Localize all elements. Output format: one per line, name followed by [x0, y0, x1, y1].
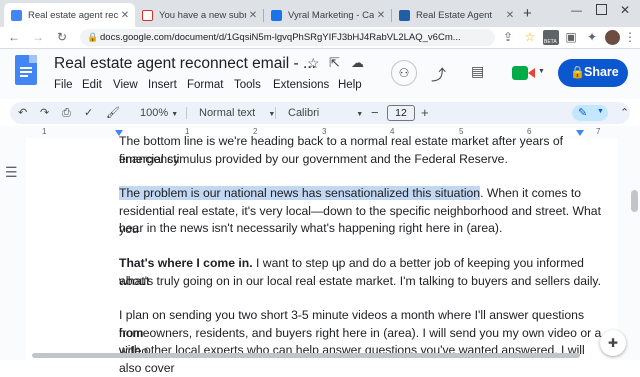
tab-title: Real Estate Agent	[416, 9, 493, 21]
share-label: Share	[584, 65, 619, 79]
browser-tab-bar: Real estate agent reconne ✕ You have a n…	[0, 0, 640, 27]
tab-title: Real estate agent reconne	[28, 9, 118, 21]
explore-icon: ✚	[607, 336, 619, 350]
extensions-puzzle-icon[interactable]: ✦	[584, 29, 600, 45]
tab-gmail[interactable]: You have a new submissic ✕	[135, 3, 263, 27]
close-tab-icon[interactable]: ✕	[118, 10, 132, 21]
browser-toolbar: ← → ↻ 🔒 docs.google.com/document/d/1Gqsi…	[0, 27, 640, 49]
selected-text[interactable]: The problem is our national news has sen…	[119, 186, 481, 200]
extension-2-icon[interactable]: ▣	[563, 29, 579, 45]
document-title[interactable]: Real estate agent reconnect email - ...	[54, 55, 316, 73]
bookmark-star-icon[interactable]: ☆	[522, 29, 538, 45]
beta-badge: BETA	[544, 39, 557, 45]
minimize-icon[interactable]: —	[571, 5, 582, 17]
back-icon[interactable]: ←	[6, 29, 22, 45]
scrollbar-thumb[interactable]	[631, 190, 638, 212]
paragraph-2-line-1[interactable]: The problem is our national news has sen…	[119, 185, 609, 203]
vertical-scrollbar[interactable]	[629, 138, 640, 360]
editing-mode-button[interactable]: ✎ ▼	[572, 105, 608, 121]
increase-font-size-button[interactable]: +	[421, 104, 429, 122]
tab-docs[interactable]: Real estate agent reconne ✕	[4, 3, 135, 27]
horizontal-scrollbar[interactable]	[32, 353, 580, 358]
paragraph-style-select[interactable]: Normal text ▼	[199, 104, 275, 122]
tab-real-estate-agent[interactable]: Real Estate Agent ✕	[392, 3, 520, 27]
lock-icon: 🔒	[87, 32, 99, 42]
zoom-select[interactable]: 100% ▼	[140, 104, 178, 122]
chevron-down-icon: ▼	[171, 111, 179, 118]
paint-format-icon[interactable]: 🖌	[106, 104, 120, 122]
collapse-menus-icon[interactable]: ⌃	[620, 104, 629, 122]
font-value: Calibri	[288, 107, 320, 119]
forward-icon[interactable]: →	[30, 29, 46, 45]
paragraph-2-line-1-rest: . When it comes to	[480, 186, 582, 200]
ruler-number: 1	[42, 127, 47, 136]
paragraph-2-line-3[interactable]: hear in the news isn't necessarily what'…	[119, 220, 609, 238]
toolbar-divider	[186, 107, 187, 119]
share-button[interactable]: 🔒 Share	[558, 59, 628, 87]
presence-avatar-icon[interactable]: ⚇	[391, 60, 417, 86]
tab-title: Vyral Marketing - Calend	[288, 9, 374, 21]
url-text: docs.google.com/document/d/1GqsiN5m-lgvq…	[100, 32, 461, 43]
font-size-input[interactable]: 12	[387, 105, 415, 121]
menu-file[interactable]: File	[54, 79, 73, 91]
zoom-value: 100%	[140, 107, 169, 119]
bold-lead: That's where I come in.	[119, 256, 253, 270]
reload-icon[interactable]: ↻	[54, 29, 70, 45]
print-icon[interactable]: ⎙	[62, 104, 71, 122]
font-select[interactable]: Calibri ▼	[288, 104, 363, 122]
menu-insert[interactable]: Insert	[148, 79, 177, 91]
tab-calendly[interactable]: Vyral Marketing - Calend ✕	[264, 3, 391, 27]
close-tab-icon[interactable]: ✕	[503, 10, 517, 21]
paragraph-1-line-2[interactable]: financial stimulus provided by our gover…	[119, 151, 609, 169]
text-cursor-icon: I	[336, 262, 340, 274]
cloud-status-icon[interactable]: ☁	[351, 55, 364, 71]
toolbar-divider	[275, 107, 276, 119]
vyral-favicon-icon	[399, 9, 410, 21]
redo-icon[interactable]: ↷	[40, 104, 49, 122]
decrease-font-size-button[interactable]: −	[371, 104, 379, 122]
pencil-icon: ✎	[578, 107, 588, 119]
google-docs-logo-icon[interactable]	[15, 55, 37, 85]
explore-button[interactable]: ✚	[600, 330, 626, 356]
chevron-down-icon: ▼	[597, 108, 604, 115]
lock-icon: 🔒	[570, 65, 585, 79]
menu-edit[interactable]: Edit	[82, 79, 102, 91]
calendly-favicon-icon	[271, 9, 282, 21]
menu-extensions[interactable]: Extensions	[273, 79, 329, 91]
comments-icon[interactable]: ▤	[471, 63, 484, 80]
close-window-icon[interactable]: ✕	[620, 3, 630, 17]
address-bar[interactable]: 🔒 docs.google.com/document/d/1GqsiN5m-lg…	[80, 29, 495, 46]
extension-icon[interactable]: BETA	[543, 30, 559, 45]
new-tab-button[interactable]: +	[523, 5, 532, 22]
gmail-favicon-icon	[142, 9, 153, 21]
activity-dashboard-icon[interactable]: ⤴	[431, 64, 446, 85]
menu-format[interactable]: Format	[187, 79, 223, 91]
chevron-down-icon: ▼	[356, 111, 364, 118]
undo-icon[interactable]: ↶	[18, 104, 27, 122]
paragraph-3-line-2[interactable]: what's truly going on in our local real …	[119, 273, 609, 291]
docs-favicon-icon	[11, 9, 22, 21]
style-value: Normal text	[199, 107, 256, 119]
menu-view[interactable]: View	[113, 79, 138, 91]
outline-toggle-icon[interactable]: ☰	[5, 164, 18, 181]
move-folder-icon[interactable]: ⇱	[329, 55, 340, 71]
close-tab-icon[interactable]: ✕	[246, 10, 260, 21]
profile-avatar[interactable]	[605, 30, 620, 45]
star-icon[interactable]: ☆	[307, 55, 320, 72]
spellcheck-icon[interactable]: ✓	[84, 104, 93, 122]
menu-tools[interactable]: Tools	[234, 79, 261, 91]
share-page-icon[interactable]: ⇪	[500, 29, 516, 45]
menu-help[interactable]: Help	[338, 79, 362, 91]
chrome-menu-icon[interactable]: ⋮	[624, 29, 636, 45]
maximize-icon[interactable]	[596, 4, 607, 15]
meet-icon[interactable]: ▼	[509, 62, 545, 84]
close-tab-icon[interactable]: ✕	[374, 10, 388, 21]
tab-title: You have a new submissic	[159, 9, 246, 21]
